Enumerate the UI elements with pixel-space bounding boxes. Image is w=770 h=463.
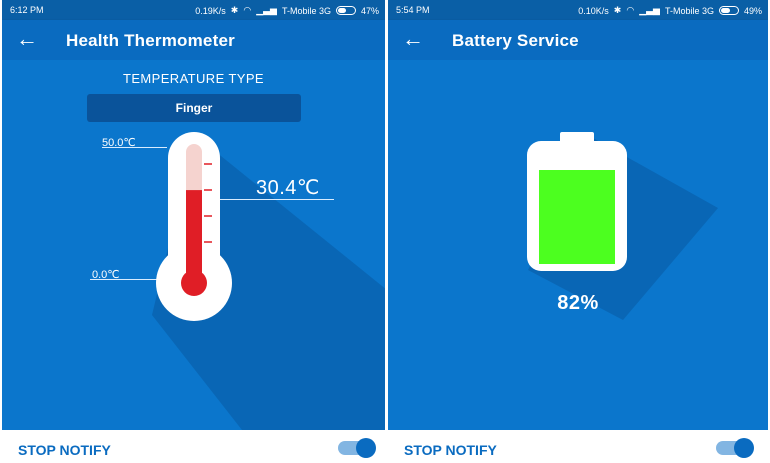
battery-level-text: 82%	[557, 292, 599, 314]
network-speed: 0.19K/s	[195, 5, 226, 16]
signal-icon: ▁▃▅	[256, 5, 277, 15]
main-content: 82%	[388, 60, 768, 430]
status-bar: 6:12 PM 0.19K/s ✱ ◠ ▁▃▅ T-Mobile 3G 47%	[2, 0, 385, 20]
signal-icon: ▁▃▅	[639, 5, 660, 15]
wifi-icon: ◠	[243, 5, 252, 15]
stop-notify-button[interactable]: STOP NOTIFY	[404, 442, 497, 458]
temperature-reading: 30.4℃	[256, 177, 320, 199]
main-content: TEMPERATURE TYPE Finger 50.0℃ 0.0℃ 30.4℃	[2, 60, 385, 430]
thermometer-icon	[156, 132, 232, 321]
page-title: Battery Service	[452, 31, 579, 50]
bottom-bar: STOP NOTIFY	[388, 430, 768, 463]
page-title: Health Thermometer	[66, 31, 235, 50]
arrow-left-icon[interactable]: ←	[16, 26, 38, 52]
status-time: 6:12 PM	[10, 5, 44, 15]
wifi-icon: ◠	[626, 5, 635, 15]
status-bar: 5:54 PM 0.10K/s ✱ ◠ ▁▃▅ T-Mobile 3G 49%	[388, 0, 768, 20]
battery-percent: 49%	[743, 5, 762, 16]
battery-icon	[527, 132, 627, 271]
toggle-knob	[356, 438, 376, 458]
stop-notify-button[interactable]: STOP NOTIFY	[18, 442, 111, 458]
bluetooth-icon: ✱	[230, 5, 239, 15]
app-bar: ← Health Thermometer	[2, 20, 385, 60]
notify-toggle[interactable]	[716, 438, 754, 458]
battery-status-icon	[718, 6, 739, 15]
reading-line	[220, 199, 334, 200]
arrow-left-icon[interactable]: ←	[402, 26, 424, 52]
notify-toggle[interactable]	[338, 438, 376, 458]
health-thermometer-screen: 6:12 PM 0.19K/s ✱ ◠ ▁▃▅ T-Mobile 3G 47% …	[2, 0, 385, 463]
network-speed: 0.10K/s	[578, 5, 609, 16]
carrier-name: T-Mobile 3G	[664, 5, 714, 16]
bluetooth-icon: ✱	[613, 5, 622, 15]
carrier-name: T-Mobile 3G	[281, 5, 331, 16]
battery-percent: 47%	[360, 5, 379, 16]
app-bar: ← Battery Service	[388, 20, 768, 60]
status-time: 5:54 PM	[396, 5, 430, 15]
battery-status-icon	[335, 6, 356, 15]
battery-service-screen: 5:54 PM 0.10K/s ✱ ◠ ▁▃▅ T-Mobile 3G 49% …	[388, 0, 768, 463]
bottom-bar: STOP NOTIFY	[2, 430, 385, 463]
toggle-knob	[734, 438, 754, 458]
